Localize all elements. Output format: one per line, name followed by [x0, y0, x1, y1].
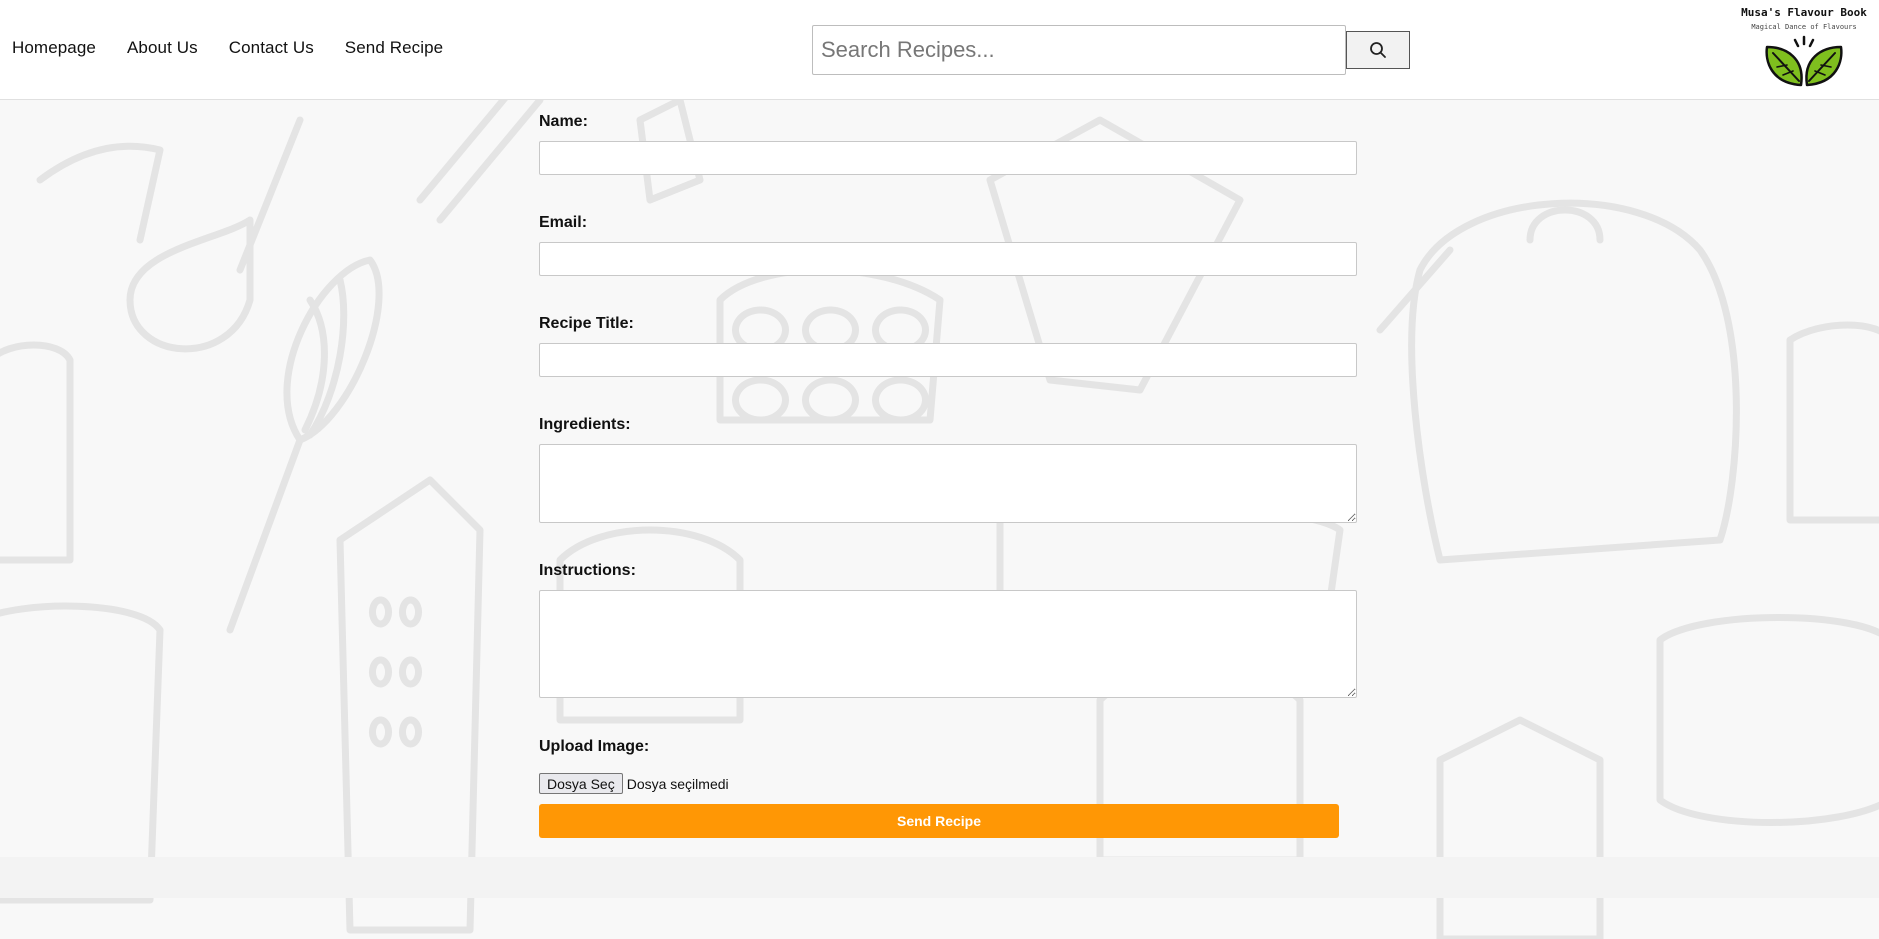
search-icon: [1370, 42, 1386, 58]
search-button[interactable]: [1346, 31, 1410, 69]
instructions-textarea[interactable]: [539, 590, 1357, 698]
name-label: Name:: [539, 113, 588, 130]
choose-file-button[interactable]: Dosya Seç: [539, 773, 623, 794]
nav-about-us[interactable]: About Us: [127, 38, 198, 58]
brand-title: Musa's Flavour Book: [1741, 6, 1867, 19]
page: Homepage About Us Contact Us Send Recipe…: [0, 0, 1879, 939]
upload-image-label: Upload Image:: [539, 738, 650, 755]
leaves-bowl-icon: [1765, 35, 1843, 87]
instructions-label: Instructions:: [539, 562, 636, 579]
brand-subtitle: Magical Dance of Flavours: [1751, 23, 1857, 31]
main-nav: Homepage About Us Contact Us Send Recipe: [12, 38, 474, 58]
nav-homepage[interactable]: Homepage: [12, 38, 96, 58]
nav-send-recipe[interactable]: Send Recipe: [345, 38, 443, 58]
name-field[interactable]: [539, 141, 1357, 175]
ingredients-textarea[interactable]: [539, 444, 1357, 523]
recipe-title-field[interactable]: [539, 343, 1357, 377]
footer-bar: [0, 857, 1879, 898]
file-upload: Dosya Seç Dosya seçilmedi: [539, 773, 729, 794]
nav-contact-us[interactable]: Contact Us: [229, 38, 314, 58]
ingredients-label: Ingredients:: [539, 416, 631, 433]
search-bar: [812, 24, 1410, 76]
top-header: Homepage About Us Contact Us Send Recipe…: [0, 0, 1879, 100]
brand-block[interactable]: Musa's Flavour Book Magical Dance of Fla…: [1729, 6, 1879, 89]
file-status-text: Dosya seçilmedi: [626, 775, 729, 792]
recipe-title-label: Recipe Title:: [539, 315, 634, 332]
email-label: Email:: [539, 214, 588, 231]
email-field[interactable]: [539, 242, 1357, 276]
send-recipe-button[interactable]: Send Recipe: [539, 804, 1339, 838]
search-input[interactable]: [812, 25, 1346, 75]
